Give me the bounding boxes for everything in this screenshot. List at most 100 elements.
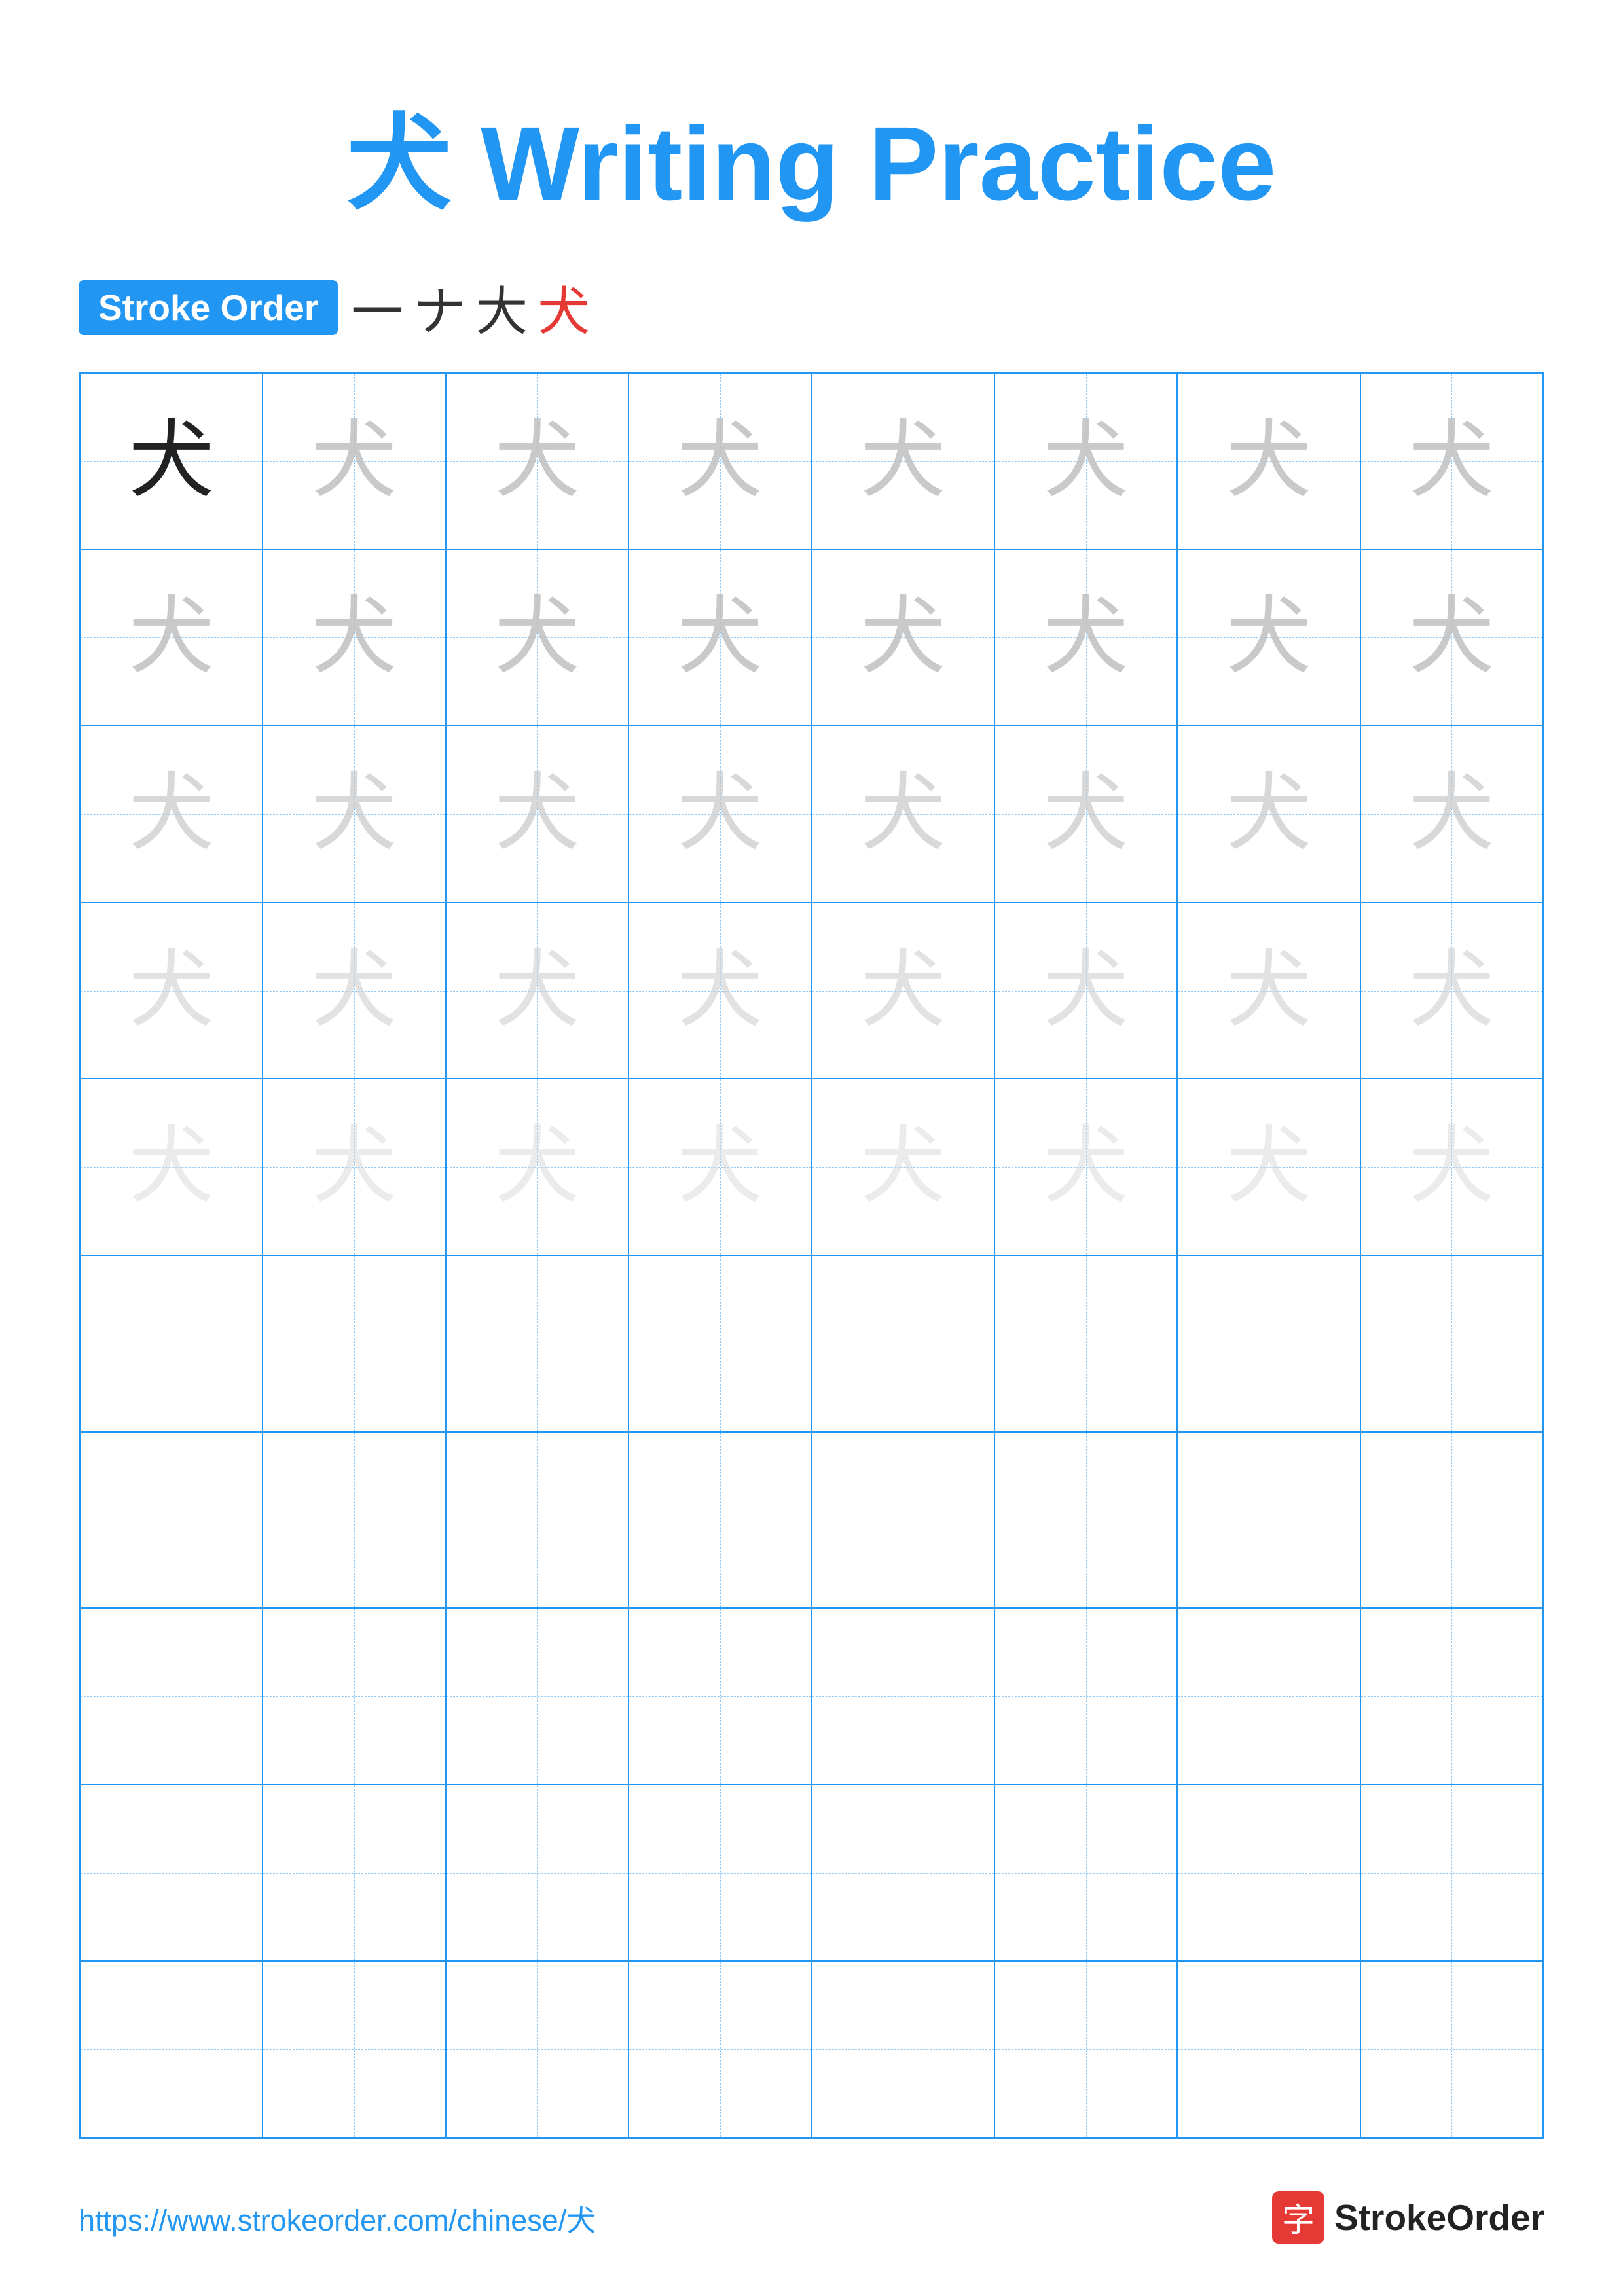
grid-cell[interactable]: 犬: [994, 373, 1177, 550]
stroke-order-chars: 一 ナ 大 犬: [351, 270, 590, 346]
grid-cell[interactable]: 犬: [1177, 903, 1360, 1079]
practice-char: 犬: [129, 948, 214, 1033]
grid-cell-empty[interactable]: [812, 1785, 994, 1962]
grid-cell[interactable]: 犬: [812, 903, 994, 1079]
brand-icon: 字: [1272, 2191, 1324, 2244]
grid-cell[interactable]: 犬: [629, 550, 811, 726]
grid-cell[interactable]: 犬: [629, 1079, 811, 1255]
practice-char: 犬: [1226, 772, 1311, 857]
grid-cell[interactable]: 犬: [1360, 726, 1543, 903]
grid-cell-empty[interactable]: [1177, 1432, 1360, 1609]
grid-cell[interactable]: 犬: [446, 550, 629, 726]
grid-cell-empty[interactable]: [263, 1255, 445, 1432]
practice-char: 犬: [860, 419, 945, 504]
grid-cell-empty[interactable]: [812, 1255, 994, 1432]
practice-char: 犬: [312, 419, 397, 504]
grid-cell[interactable]: 犬: [263, 903, 445, 1079]
grid-cell[interactable]: 犬: [446, 903, 629, 1079]
grid-cell[interactable]: 犬: [80, 903, 263, 1079]
grid-cell[interactable]: 犬: [1360, 903, 1543, 1079]
footer: https://www.strokeorder.com/chinese/犬 字 …: [79, 2191, 1544, 2244]
grid-cell-empty[interactable]: [629, 1255, 811, 1432]
grid-cell[interactable]: 犬: [629, 726, 811, 903]
grid-cell[interactable]: 犬: [80, 550, 263, 726]
grid-cell[interactable]: 犬: [994, 726, 1177, 903]
grid-cell[interactable]: 犬: [1177, 373, 1360, 550]
stroke-char-4: 犬: [538, 270, 590, 346]
practice-char: 犬: [1044, 948, 1129, 1033]
grid-cell-empty[interactable]: [1177, 1961, 1360, 2138]
grid-cell-empty[interactable]: [263, 1432, 445, 1609]
grid-cell-empty[interactable]: [1360, 1432, 1543, 1609]
grid-cell-empty[interactable]: [80, 1432, 263, 1609]
grid-cell-empty[interactable]: [629, 1432, 811, 1609]
grid-cell[interactable]: 犬: [263, 1079, 445, 1255]
grid-cell-empty[interactable]: [263, 1961, 445, 2138]
grid-cell-empty[interactable]: [446, 1608, 629, 1785]
grid-cell[interactable]: 犬: [80, 373, 263, 550]
grid-cell[interactable]: 犬: [263, 550, 445, 726]
grid-cell[interactable]: 犬: [446, 1079, 629, 1255]
writing-grid[interactable]: 犬 犬 犬 犬 犬 犬 犬 犬 犬 犬 犬 犬 犬 犬 犬 犬 犬 犬 犬 犬 …: [79, 372, 1544, 2139]
grid-cell-empty[interactable]: [1360, 1255, 1543, 1432]
grid-cell[interactable]: 犬: [446, 373, 629, 550]
grid-cell[interactable]: 犬: [1177, 726, 1360, 903]
grid-cell[interactable]: 犬: [629, 373, 811, 550]
grid-cell-empty[interactable]: [994, 1785, 1177, 1962]
practice-char: 犬: [678, 419, 763, 504]
practice-char: 犬: [678, 772, 763, 857]
grid-cell-empty[interactable]: [1177, 1608, 1360, 1785]
grid-cell[interactable]: 犬: [812, 373, 994, 550]
grid-cell[interactable]: 犬: [1360, 550, 1543, 726]
practice-char: 犬: [1044, 1124, 1129, 1210]
grid-cell[interactable]: 犬: [446, 726, 629, 903]
practice-char: 犬: [494, 772, 579, 857]
grid-cell-empty[interactable]: [629, 1961, 811, 2138]
grid-cell[interactable]: 犬: [1360, 373, 1543, 550]
brand-name: StrokeOrder: [1334, 2197, 1544, 2238]
grid-cell[interactable]: 犬: [994, 903, 1177, 1079]
grid-cell-empty[interactable]: [80, 1785, 263, 1962]
grid-cell-empty[interactable]: [80, 1608, 263, 1785]
grid-cell-empty[interactable]: [446, 1961, 629, 2138]
grid-cell-empty[interactable]: [446, 1255, 629, 1432]
grid-cell[interactable]: 犬: [812, 726, 994, 903]
practice-char: 犬: [1044, 772, 1129, 857]
grid-cell-empty[interactable]: [1360, 1608, 1543, 1785]
grid-cell-empty[interactable]: [994, 1961, 1177, 2138]
grid-cell-empty[interactable]: [994, 1432, 1177, 1609]
grid-cell-empty[interactable]: [629, 1608, 811, 1785]
grid-cell-empty[interactable]: [263, 1608, 445, 1785]
grid-cell[interactable]: 犬: [994, 550, 1177, 726]
grid-cell[interactable]: 犬: [812, 550, 994, 726]
grid-cell-empty[interactable]: [629, 1785, 811, 1962]
footer-url[interactable]: https://www.strokeorder.com/chinese/犬: [79, 2197, 596, 2239]
grid-cell[interactable]: 犬: [812, 1079, 994, 1255]
grid-cell[interactable]: 犬: [1360, 1079, 1543, 1255]
practice-char: 犬: [494, 1124, 579, 1210]
practice-char: 犬: [312, 1124, 397, 1210]
grid-cell[interactable]: 犬: [80, 726, 263, 903]
grid-cell-empty[interactable]: [1360, 1961, 1543, 2138]
grid-cell-empty[interactable]: [446, 1432, 629, 1609]
grid-cell-empty[interactable]: [80, 1961, 263, 2138]
grid-cell-empty[interactable]: [80, 1255, 263, 1432]
grid-cell-empty[interactable]: [812, 1432, 994, 1609]
grid-cell[interactable]: 犬: [994, 1079, 1177, 1255]
grid-cell-empty[interactable]: [994, 1255, 1177, 1432]
grid-cell[interactable]: 犬: [1177, 1079, 1360, 1255]
grid-cell-empty[interactable]: [263, 1785, 445, 1962]
grid-cell-empty[interactable]: [812, 1608, 994, 1785]
grid-cell-empty[interactable]: [812, 1961, 994, 2138]
grid-cell-empty[interactable]: [1360, 1785, 1543, 1962]
grid-cell-empty[interactable]: [994, 1608, 1177, 1785]
grid-cell-empty[interactable]: [1177, 1255, 1360, 1432]
grid-cell[interactable]: 犬: [629, 903, 811, 1079]
practice-char: 犬: [494, 419, 579, 504]
grid-cell[interactable]: 犬: [263, 373, 445, 550]
grid-cell[interactable]: 犬: [1177, 550, 1360, 726]
grid-cell-empty[interactable]: [1177, 1785, 1360, 1962]
grid-cell[interactable]: 犬: [263, 726, 445, 903]
grid-cell[interactable]: 犬: [80, 1079, 263, 1255]
grid-cell-empty[interactable]: [446, 1785, 629, 1962]
